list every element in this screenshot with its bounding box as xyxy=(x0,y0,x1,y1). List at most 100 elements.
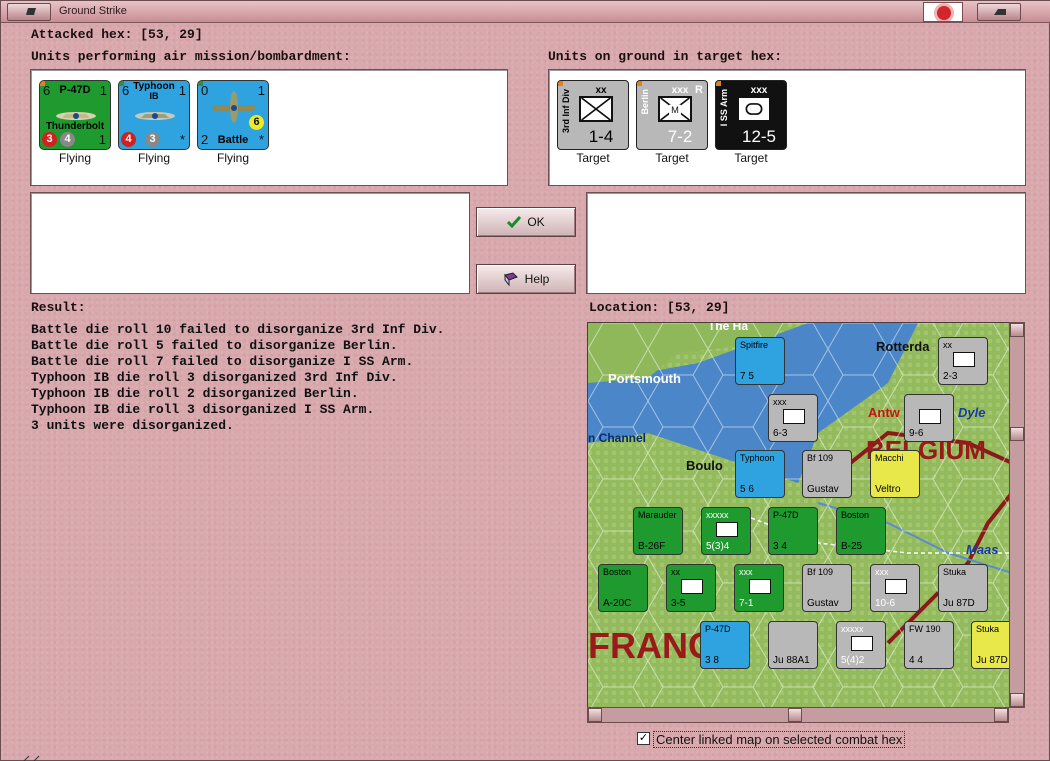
air-unit-status: Flying xyxy=(216,151,249,165)
defense-value: 6 xyxy=(249,115,264,130)
map-counter[interactable]: xxx 6-3 xyxy=(768,394,818,442)
map-label-antwerp: Antw xyxy=(868,405,900,420)
map-counter-top: P-47D xyxy=(705,624,731,634)
map-counter[interactable]: xxx 7-1 xyxy=(734,564,784,612)
linked-map[interactable]: The Ha Portsmouth n Channel Rotterda Ant… xyxy=(587,322,1011,708)
ground-unit-berlin[interactable]: Berlin xxx R M 7-2 xyxy=(636,80,708,150)
map-counter[interactable]: P-47D 3 8 xyxy=(700,621,750,669)
map-counter[interactable]: Stuka Ju 87D xyxy=(971,621,1010,669)
window-title: Ground Strike xyxy=(59,5,127,17)
air-unit-p47d[interactable]: 6 P-47D 1 Thunderbolt 3 4 1 xyxy=(39,80,111,150)
ground-unit-3rd-inf-div[interactable]: 3rd Inf Div xx 1-4 xyxy=(557,80,629,150)
map-counter[interactable]: P-47D 3 4 xyxy=(768,507,818,555)
help-button[interactable]: Help xyxy=(476,264,576,294)
map-counter[interactable]: Bf 109 Gustav xyxy=(802,564,852,612)
result-line: Battle die roll 5 failed to disorganize … xyxy=(31,338,398,353)
result-line: 3 units were disorganized. xyxy=(31,418,234,433)
map-counter[interactable]: Marauder B-26F xyxy=(633,507,683,555)
map-counter-top: xx xyxy=(671,567,680,577)
air-units-label: Units performing air mission/bombardment… xyxy=(31,49,351,64)
defense-value: 4 xyxy=(60,132,75,147)
checkmark-icon xyxy=(507,216,522,228)
map-counter[interactable]: Spitfire 7 5 xyxy=(735,337,785,385)
map-counter-top: xx xyxy=(943,340,952,350)
map-label-france: FRANC xyxy=(588,625,714,666)
status-dot xyxy=(716,81,721,86)
unit-count: 1 xyxy=(99,83,107,98)
unit-mark: * xyxy=(258,132,264,147)
attacked-hex-label: Attacked hex: [53, 29] xyxy=(31,27,203,42)
minimize-button[interactable] xyxy=(977,3,1021,21)
result-line: Typhoon IB die roll 3 disorganized 3rd I… xyxy=(31,370,398,385)
map-counter-top: Bf 109 xyxy=(807,453,834,463)
scroll-thumb[interactable] xyxy=(1010,427,1024,441)
map-counter-bottom: Gustav xyxy=(807,484,839,495)
map-counter[interactable]: FW 190 4 4 xyxy=(904,621,954,669)
map-counter-top: P-47D xyxy=(773,510,799,520)
map-counter[interactable]: xxx 10-6 xyxy=(870,564,920,612)
air-units-panel: 6 P-47D 1 Thunderbolt 3 4 1 Flying 6 Typ… xyxy=(30,69,508,186)
map-counter[interactable]: xx 2-3 xyxy=(938,337,988,385)
scroll-right-button[interactable] xyxy=(994,708,1008,722)
map-horizontal-scrollbar[interactable] xyxy=(587,707,1009,723)
reserve-mark: R xyxy=(695,84,703,96)
map-counter-top: Stuka xyxy=(976,624,1000,634)
unit-strength: 1-4 xyxy=(588,127,614,146)
resize-grip-icon[interactable] xyxy=(21,750,51,761)
svg-text:M: M xyxy=(671,105,679,115)
air-unit-status: Flying xyxy=(58,151,91,165)
map-counter-top: xxxxx xyxy=(841,624,864,634)
map-counter-top: Macchi xyxy=(875,453,904,463)
ground-strike-window: Ground Strike Attacked hex: [53, 29] Uni… xyxy=(0,0,1050,761)
location-title: Location: xyxy=(589,300,660,315)
map-counter[interactable]: Stuka Ju 87D xyxy=(938,564,988,612)
map-counter-bottom: 7-1 xyxy=(739,598,754,609)
unit-symbol-icon xyxy=(919,409,941,424)
scroll-up-button[interactable] xyxy=(1010,323,1024,337)
map-counter-top: FW 190 xyxy=(909,624,941,634)
map-counter-bottom: Gustav xyxy=(807,598,839,609)
air-unit-battle[interactable]: 0 1 6 2 Battle * xyxy=(197,80,269,150)
map-counter-top: Boston xyxy=(841,510,870,520)
map-counter-top: xxx xyxy=(773,397,787,407)
map-counter[interactable]: Macchi Veltro xyxy=(870,450,920,498)
map-counter-top: Stuka xyxy=(943,567,967,577)
unit-count: 1 xyxy=(257,83,265,98)
map-counter[interactable]: Ju 88A1 xyxy=(768,621,818,669)
air-unit-typhoon[interactable]: 6 Typhoon IB 1 4 3 * xyxy=(118,80,190,150)
unit-symbol-icon xyxy=(681,579,703,594)
location-label: Location: [53, 29] xyxy=(589,300,729,315)
window-menu-icon xyxy=(26,8,36,15)
map-counter-bottom: 5(4)2 xyxy=(841,655,865,666)
map-counter[interactable]: Boston B-25 xyxy=(836,507,886,555)
map-counter[interactable]: xx 3-5 xyxy=(666,564,716,612)
map-counter-top: xxxxx xyxy=(706,510,729,520)
ground-unit-i-ss-arm[interactable]: I SS Arm xxx 12-5 xyxy=(715,80,787,150)
map-counter[interactable]: Boston A-20C xyxy=(598,564,648,612)
unit-symbol-icon xyxy=(953,352,975,367)
scroll-left-button[interactable] xyxy=(588,708,602,722)
ground-units-panel: 3rd Inf Div xx 1-4 Target Berlin xxx R M… xyxy=(548,69,1026,186)
ok-button[interactable]: OK xyxy=(476,207,576,237)
map-vertical-scrollbar[interactable] xyxy=(1009,322,1025,708)
map-counter[interactable]: Bf 109 Gustav xyxy=(802,450,852,498)
scroll-down-button[interactable] xyxy=(1010,693,1024,707)
attack-value: 4 xyxy=(121,132,136,147)
center-map-checkbox-label[interactable]: Center linked map on selected combat hex xyxy=(653,731,906,748)
scroll-thumb[interactable] xyxy=(788,708,802,722)
map-counter[interactable]: 9-6 xyxy=(904,394,954,442)
map-counter[interactable]: xxxxx 5(4)2 xyxy=(836,621,886,669)
aircraft-icon xyxy=(135,112,175,120)
map-label-rotterdam: Rotterda xyxy=(876,339,930,354)
result-log: Battle die roll 10 failed to disorganize… xyxy=(31,322,444,434)
map-label-top: The Ha xyxy=(708,322,749,333)
map-counter-bottom: Veltro xyxy=(875,484,901,495)
status-dot xyxy=(558,81,563,86)
window-menu-button[interactable] xyxy=(7,3,51,21)
map-label-maas: Maas xyxy=(966,542,999,557)
center-map-checkbox[interactable]: ✓ xyxy=(637,732,650,745)
map-counter[interactable]: xxxxx 5(3)4 xyxy=(701,507,751,555)
map-counter[interactable]: Typhoon 5 6 xyxy=(735,450,785,498)
map-counter-bottom: 7 5 xyxy=(740,371,754,382)
air-unit-status: Flying xyxy=(137,151,170,165)
